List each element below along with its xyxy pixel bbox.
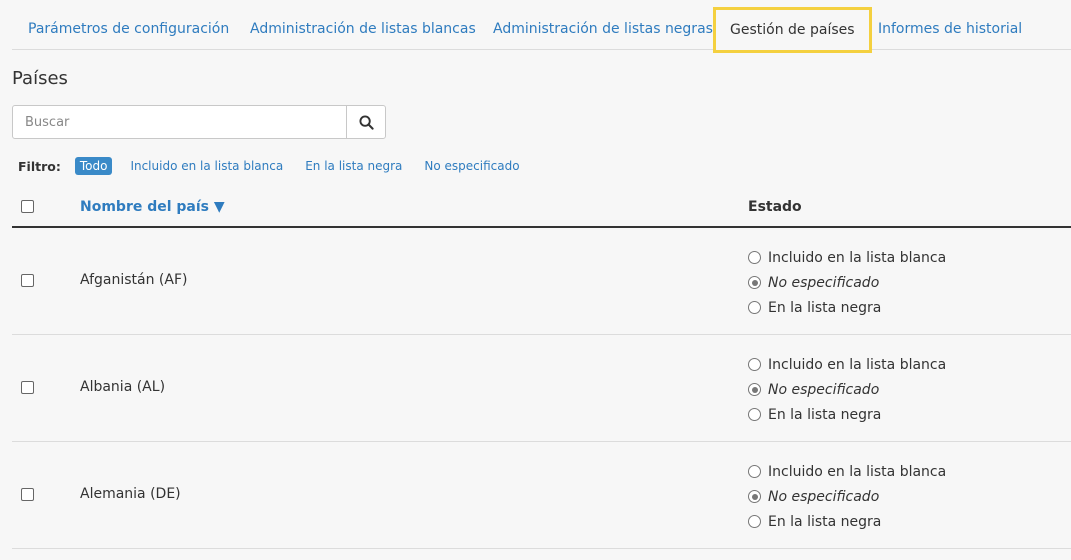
radio-circle[interactable] (748, 465, 761, 478)
filter-option-all[interactable]: Todo (74, 157, 113, 175)
radio-blacklisted[interactable]: En la lista negra (748, 402, 946, 427)
tab-country-management[interactable]: Gestión de países (713, 7, 872, 53)
radio-circle[interactable] (748, 251, 761, 264)
tab-whitelist-admin[interactable]: Administración de listas blancas (250, 11, 476, 47)
status-radio-group: Incluido en la lista blanca No especific… (748, 245, 946, 320)
select-all-checkbox[interactable] (21, 200, 34, 213)
tab-configuration-parameters[interactable]: Parámetros de configuración (28, 11, 229, 47)
column-header-state: Estado (748, 199, 802, 215)
radio-whitelisted[interactable]: Incluido en la lista blanca (748, 352, 946, 377)
radio-unspecified[interactable]: No especificado (748, 377, 946, 402)
radio-blacklisted[interactable]: En la lista negra (748, 509, 946, 534)
table-row: Albania (AL) Incluido en la lista blanca… (12, 335, 1071, 442)
radio-label: No especificado (768, 381, 880, 398)
radio-circle[interactable] (748, 358, 761, 371)
table-header: Nombre del país ▼ Estado (12, 190, 1071, 228)
radio-label: Incluido en la lista blanca (768, 463, 947, 480)
filter-option-blacklisted[interactable]: En la lista negra (305, 159, 402, 173)
radio-blacklisted[interactable]: En la lista negra (748, 295, 946, 320)
radio-circle[interactable] (748, 515, 761, 528)
radio-whitelisted[interactable]: Incluido en la lista blanca (748, 459, 946, 484)
radio-unspecified[interactable]: No especificado (748, 484, 946, 509)
search-box (12, 105, 386, 139)
tab-blacklist-admin[interactable]: Administración de listas negras (493, 11, 713, 47)
radio-circle[interactable] (748, 383, 761, 396)
radio-label: En la lista negra (768, 299, 882, 316)
radio-circle[interactable] (748, 408, 761, 421)
radio-label: Incluido en la lista blanca (768, 356, 947, 373)
radio-unspecified[interactable]: No especificado (748, 270, 946, 295)
radio-whitelisted[interactable]: Incluido en la lista blanca (748, 245, 946, 270)
tab-bar: Parámetros de configuración Administraci… (12, 0, 1071, 53)
filter-option-unspecified[interactable]: No especificado (424, 159, 519, 173)
country-name: Alemania (DE) (80, 486, 181, 502)
row-checkbox[interactable] (21, 488, 34, 501)
tab-history-reports[interactable]: Informes de historial (878, 11, 1022, 47)
filter-bar: Filtro: Todo Incluido en la lista blanca… (18, 155, 542, 177)
filter-option-whitelisted[interactable]: Incluido en la lista blanca (130, 159, 283, 173)
page-title: Países (12, 68, 68, 89)
country-name: Afganistán (AF) (80, 272, 188, 288)
radio-label: Incluido en la lista blanca (768, 249, 947, 266)
radio-circle[interactable] (748, 276, 761, 289)
search-input[interactable] (13, 106, 346, 138)
row-checkbox[interactable] (21, 274, 34, 287)
status-radio-group: Incluido en la lista blanca No especific… (748, 352, 946, 427)
radio-circle[interactable] (748, 490, 761, 503)
radio-circle[interactable] (748, 301, 761, 314)
search-icon (358, 114, 374, 130)
radio-label: En la lista negra (768, 406, 882, 423)
filter-label: Filtro: (18, 158, 61, 174)
table-row: Alemania (DE) Incluido en la lista blanc… (12, 442, 1071, 549)
column-header-country-name[interactable]: Nombre del país ▼ (80, 199, 225, 215)
radio-label: No especificado (768, 488, 880, 505)
status-radio-group: Incluido en la lista blanca No especific… (748, 459, 946, 534)
radio-label: No especificado (768, 274, 880, 291)
country-name: Albania (AL) (80, 379, 166, 395)
table-row: Afganistán (AF) Incluido en la lista bla… (12, 228, 1071, 335)
radio-label: En la lista negra (768, 513, 882, 530)
search-button[interactable] (346, 106, 385, 138)
row-checkbox[interactable] (21, 381, 34, 394)
